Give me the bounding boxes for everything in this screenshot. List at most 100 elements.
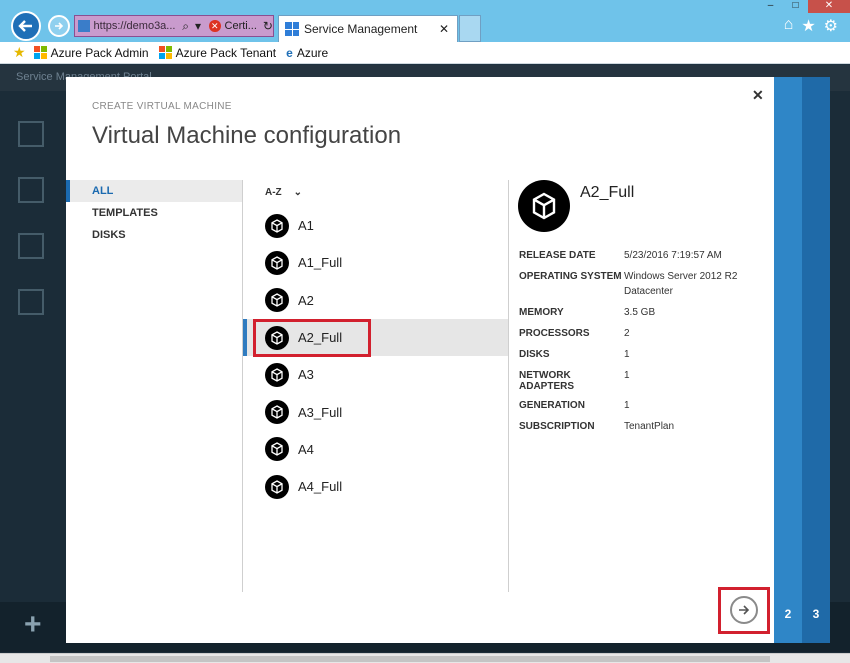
step-3[interactable]: 3 — [802, 77, 830, 643]
certificate-error-icon[interactable]: ✕ — [208, 20, 221, 32]
list-item[interactable]: A4_Full — [243, 468, 508, 505]
portal-sidebar — [10, 101, 66, 571]
favorites-star-icon[interactable]: ★ — [801, 16, 815, 36]
favorites-icon[interactable]: ★ — [13, 44, 26, 61]
selection-highlight-box — [253, 319, 371, 357]
list-item-label: A2 — [298, 292, 314, 308]
microsoft-icon — [158, 46, 172, 59]
step-number: 2 — [784, 607, 792, 621]
property-row: MEMORY 3.5 GB — [519, 307, 769, 320]
page-icon — [78, 20, 90, 32]
favorite-azure[interactable]: e Azure — [286, 46, 328, 60]
maximize-button[interactable]: □ — [783, 0, 808, 13]
property-key: SUBSCRIPTION — [519, 421, 595, 432]
new-tab-button[interactable] — [459, 15, 481, 42]
microsoft-icon — [33, 46, 47, 59]
wizard-steps: 2 3 — [774, 77, 830, 643]
arrow-left-icon — [18, 20, 32, 32]
list-item[interactable]: A1_Full — [243, 244, 508, 281]
property-key: NETWORK ADAPTERS — [519, 370, 575, 392]
property-key: GENERATION — [519, 400, 585, 411]
property-key: OPERATING SYSTEM — [519, 271, 622, 282]
sort-label: A-Z — [265, 187, 282, 198]
favorite-label: Azure Pack Admin — [50, 45, 149, 60]
property-value: Windows Server 2012 R2 Datacenter — [624, 271, 738, 297]
list-item[interactable]: A1 — [243, 207, 508, 244]
property-row: NETWORK ADAPTERS 1 — [519, 370, 769, 392]
forward-button[interactable] — [48, 15, 70, 37]
cube-icon — [265, 213, 289, 238]
step-number: 3 — [812, 607, 820, 621]
list-item-label: A4 — [298, 441, 314, 457]
list-item-label: A3_Full — [298, 404, 343, 420]
all-items-icon — [18, 121, 44, 147]
next-highlight-box — [718, 587, 770, 634]
property-value: 2 — [624, 328, 630, 339]
tab-service-management[interactable]: Service Management ✕ — [278, 15, 458, 42]
plus-icon: + — [24, 608, 42, 641]
list-item[interactable]: A3_Full — [243, 393, 508, 430]
property-key: DISKS — [519, 349, 550, 360]
list-item-label: A1 — [298, 218, 314, 234]
list-item[interactable]: A3 — [243, 356, 508, 393]
cube-icon — [265, 362, 289, 387]
property-value: 1 — [624, 400, 630, 411]
address-url[interactable]: https://demo3a... — [94, 20, 177, 32]
property-row: DISKS 1 — [519, 349, 769, 362]
certificate-label[interactable]: Certi... — [225, 20, 257, 32]
favorites-bar: ★ Azure Pack Admin Azure Pack Tenant e A… — [0, 42, 850, 64]
search-icon[interactable]: ⌕ — [182, 19, 189, 34]
list-item-label: A1_Full — [298, 255, 343, 271]
portal-tab-icon — [285, 22, 299, 36]
favorite-label: Azure — [296, 45, 329, 60]
cube-icon — [265, 400, 289, 425]
property-value: 1 — [624, 349, 630, 360]
property-key: MEMORY — [519, 307, 564, 318]
refresh-icon[interactable]: ↻ — [263, 19, 273, 33]
property-row: SUBSCRIPTION TenantPlan — [519, 421, 769, 434]
close-tab-icon[interactable]: ✕ — [439, 22, 449, 36]
ie-icon: e — [286, 45, 293, 60]
favorite-azure-pack-tenant[interactable]: Azure Pack Tenant — [158, 45, 277, 60]
property-row: PROCESSORS 2 — [519, 328, 769, 341]
property-value: 1 — [624, 370, 630, 381]
property-key: PROCESSORS — [519, 328, 590, 339]
detail-title: A2_Full — [580, 184, 635, 201]
tab-title: Service Management — [304, 22, 418, 36]
favorite-azure-pack-admin[interactable]: Azure Pack Admin — [33, 45, 149, 60]
list-item-label: A4_Full — [298, 479, 343, 495]
cube-icon — [265, 250, 289, 275]
cube-icon — [518, 180, 570, 232]
property-row: OPERATING SYSTEM Windows Server 2012 R2 D… — [519, 271, 769, 299]
property-key: RELEASE DATE — [519, 250, 596, 261]
virtual-machines-icon — [18, 177, 44, 203]
property-value: TenantPlan — [624, 421, 675, 432]
networks-icon — [18, 233, 44, 259]
arrow-right-icon — [55, 22, 64, 30]
cube-icon — [265, 288, 289, 313]
list-item[interactable]: A4 — [243, 431, 508, 468]
gear-icon[interactable]: ⚙ — [824, 16, 838, 36]
window-controls: – □ ✕ — [758, 0, 850, 13]
list-item[interactable]: A2 — [243, 282, 508, 319]
address-bar[interactable]: https://demo3a... ⌕ ▾ ✕ Certi... ↻ — [74, 15, 274, 37]
back-button[interactable] — [11, 11, 41, 41]
minimize-button[interactable]: – — [758, 0, 783, 13]
scrollbar-thumb[interactable] — [50, 656, 770, 662]
browser-titlebar: https://demo3a... ⌕ ▾ ✕ Certi... ↻ Servi… — [0, 0, 850, 42]
close-window-button[interactable]: ✕ — [808, 0, 850, 13]
cube-icon — [265, 474, 289, 499]
horizontal-scrollbar[interactable] — [0, 653, 850, 663]
user-icon — [18, 289, 44, 315]
detail-properties: RELEASE DATE 5/23/2016 7:19:57 AM OPERATI… — [519, 250, 769, 442]
cube-icon — [265, 437, 289, 462]
sort-control[interactable]: A-Z ⌄ — [265, 187, 302, 198]
favorite-label: Azure Pack Tenant — [175, 45, 277, 60]
home-icon[interactable]: ⌂ — [784, 16, 794, 36]
dropdown-icon[interactable]: ▾ — [195, 19, 201, 33]
property-value: 3.5 GB — [624, 307, 656, 318]
step-2[interactable]: 2 — [774, 77, 802, 643]
property-row: GENERATION 1 — [519, 400, 769, 413]
browser-toolbar-icons: ⌂ ★ ⚙ — [784, 16, 838, 36]
property-row: RELEASE DATE 5/23/2016 7:19:57 AM — [519, 250, 769, 263]
